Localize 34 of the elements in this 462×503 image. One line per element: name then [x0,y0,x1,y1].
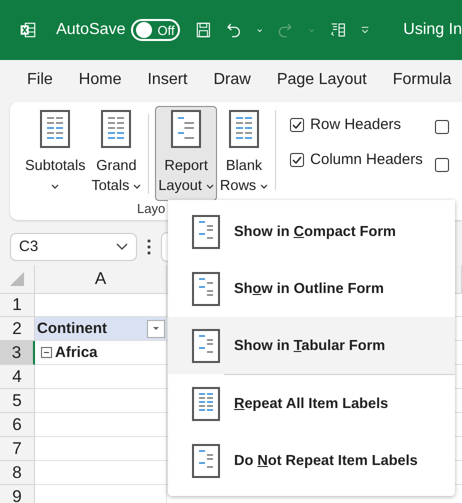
row-header[interactable]: 1 [0,293,35,317]
row-header[interactable]: 5 [0,389,35,413]
menu-item[interactable]: Repeat All Item Labels [168,375,455,432]
menu-item[interactable]: Do Not Repeat Item Labels [168,432,455,489]
table-cell: Continent [37,320,107,337]
ribbon-button[interactable]: Report Layout [155,106,217,201]
autosave-label: AutoSave [56,21,126,39]
ribbon-tab[interactable]: Home [78,67,122,93]
ribbon-button[interactable]: Subtotals [22,106,88,201]
row-header[interactable]: 4 [0,365,35,389]
name-box[interactable]: C3 [10,232,137,260]
row-header[interactable]: 9 [0,485,35,503]
ribbon-button[interactable]: Grand Totals [88,106,144,201]
menu-item[interactable]: Show in Tabular Form [168,317,455,374]
checkbox-label: Row Headers [310,116,402,133]
row-header[interactable]: 3 [0,341,35,365]
autosave-toggle[interactable]: Off [131,19,180,41]
ribbon-tab[interactable]: Formula [392,67,452,93]
ribbon-button[interactable]: Blank Rows [216,106,272,201]
table-cell: Africa [55,344,98,361]
row-header[interactable]: 7 [0,437,35,461]
document-title: Using In [403,21,462,39]
menu-item[interactable]: Show in Compact Form [168,203,455,260]
row-header[interactable]: 2 [0,317,35,341]
ribbon-tab[interactable]: Insert [147,67,188,93]
ribbon-tab[interactable]: Draw [213,67,251,93]
group-label: Layo [137,202,166,216]
ribbon-tab[interactable]: Page Layout [276,67,367,93]
ribbon-tab[interactable]: File [27,67,53,93]
row-header[interactable]: 6 [0,413,35,437]
checkbox-label: Column Headers [310,151,423,168]
column-header[interactable]: A [35,265,167,294]
menu-item[interactable]: Show in Outline Form [168,260,455,317]
row-header[interactable]: 8 [0,461,35,485]
